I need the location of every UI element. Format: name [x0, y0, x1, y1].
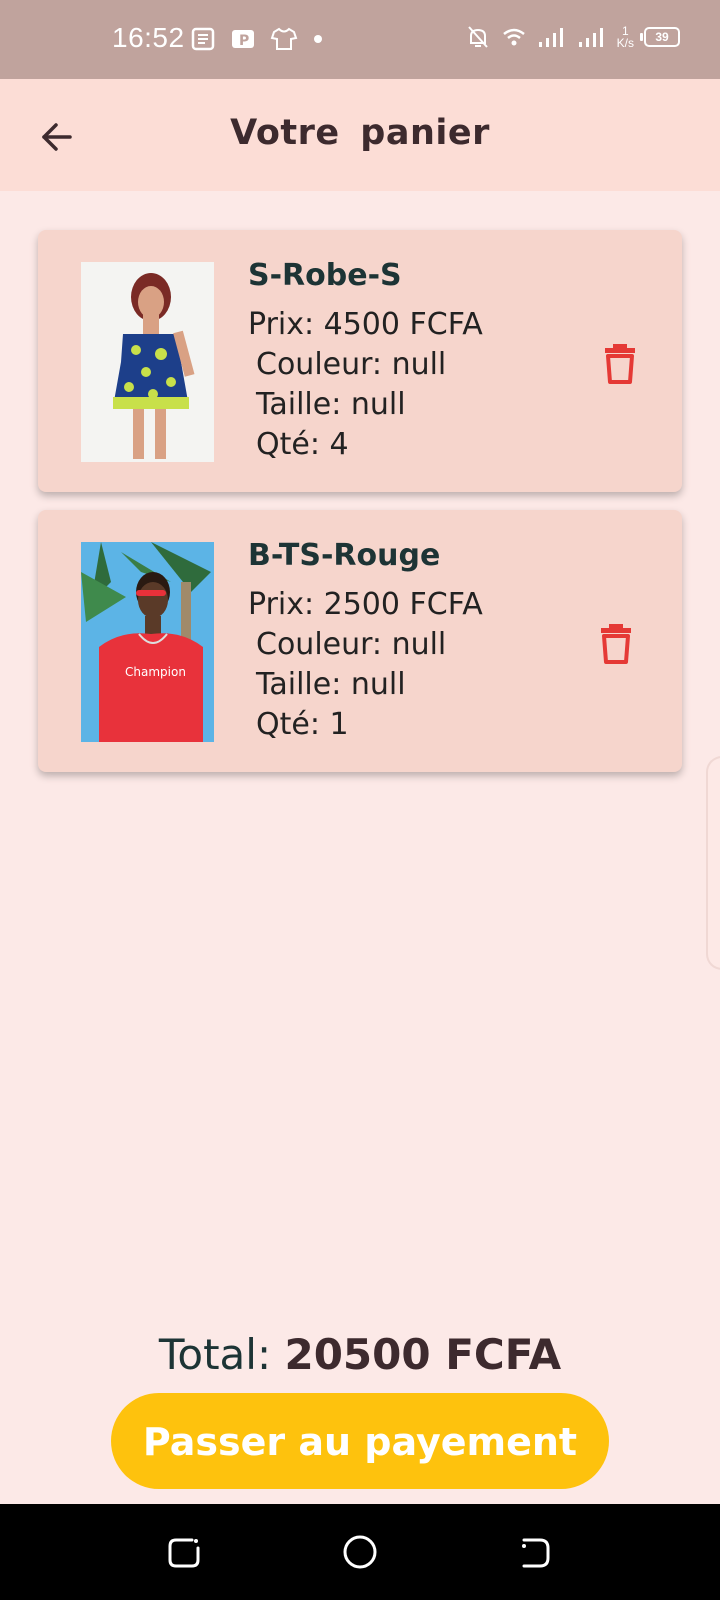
status-time: 16:52: [112, 22, 185, 53]
tshirt-icon: [270, 27, 298, 50]
item-details: S-Robe-S Prix: 4500 FCFA Couleur: null T…: [248, 258, 483, 465]
net-speed: 1 K/s: [617, 25, 634, 49]
item-name: S-Robe-S: [248, 258, 402, 293]
bell-off-icon: [467, 26, 488, 48]
item-size: Taille: null: [256, 387, 406, 422]
total-value: 20500 FCFA: [284, 1330, 562, 1379]
item-color: Couleur: null: [256, 627, 447, 662]
product-image: Champion: [81, 542, 214, 742]
net-speed-unit: K/s: [616, 36, 634, 50]
dot-icon: [314, 35, 322, 43]
signal-icon: [538, 28, 563, 47]
item-size: Taille: null: [256, 667, 406, 702]
page-title: Votre panier: [230, 113, 490, 153]
total-label: Total:: [158, 1330, 285, 1379]
item-color: Couleur: null: [256, 347, 447, 382]
system-icons: 1 K/s 39: [465, 24, 680, 50]
app-p-icon: P: [232, 30, 254, 49]
trash-icon: [601, 624, 631, 664]
cart-item[interactable]: Champion B-TS-Rouge Prix: 2500 FCFA Coul…: [38, 510, 682, 772]
app-bar: Votre panier: [0, 79, 720, 191]
svg-text:Champion: Champion: [125, 665, 186, 679]
svg-text:P: P: [239, 33, 249, 49]
item-price: Prix: 4500 FCFA: [248, 307, 483, 342]
cart-total: Total: 20500 FCFA: [0, 1330, 720, 1379]
battery-icon: 39: [640, 27, 680, 47]
trash-icon: [605, 344, 635, 384]
back-nav-button[interactable]: [518, 1534, 554, 1570]
back-nav-icon: [522, 1538, 550, 1568]
item-qty: Qté: 4: [256, 427, 349, 462]
recent-apps-button[interactable]: [166, 1534, 202, 1570]
signal-icon-2: [578, 28, 603, 47]
news-icon: [191, 27, 215, 51]
delete-button[interactable]: [598, 622, 634, 666]
item-price: Prix: 2500 FCFA: [248, 587, 483, 622]
recent-apps-icon: [168, 1538, 200, 1568]
cart-item[interactable]: S-Robe-S Prix: 4500 FCFA Couleur: null T…: [38, 230, 682, 492]
edge-panel-handle[interactable]: [706, 756, 720, 970]
home-button[interactable]: [342, 1534, 378, 1570]
product-image: [81, 262, 214, 462]
wifi-icon: [502, 28, 525, 46]
notification-icons: P: [190, 26, 324, 52]
delete-button[interactable]: [602, 342, 638, 386]
checkout-button[interactable]: Passer au payement: [111, 1393, 609, 1489]
item-details: B-TS-Rouge Prix: 2500 FCFA Couleur: null…: [248, 538, 483, 745]
item-qty: Qté: 1: [256, 707, 349, 742]
item-name: B-TS-Rouge: [248, 538, 441, 573]
home-circle-icon: [343, 1535, 377, 1569]
status-bar: 16:52 P 1 K/s 39: [0, 0, 720, 79]
system-nav-bar: [0, 1504, 720, 1600]
